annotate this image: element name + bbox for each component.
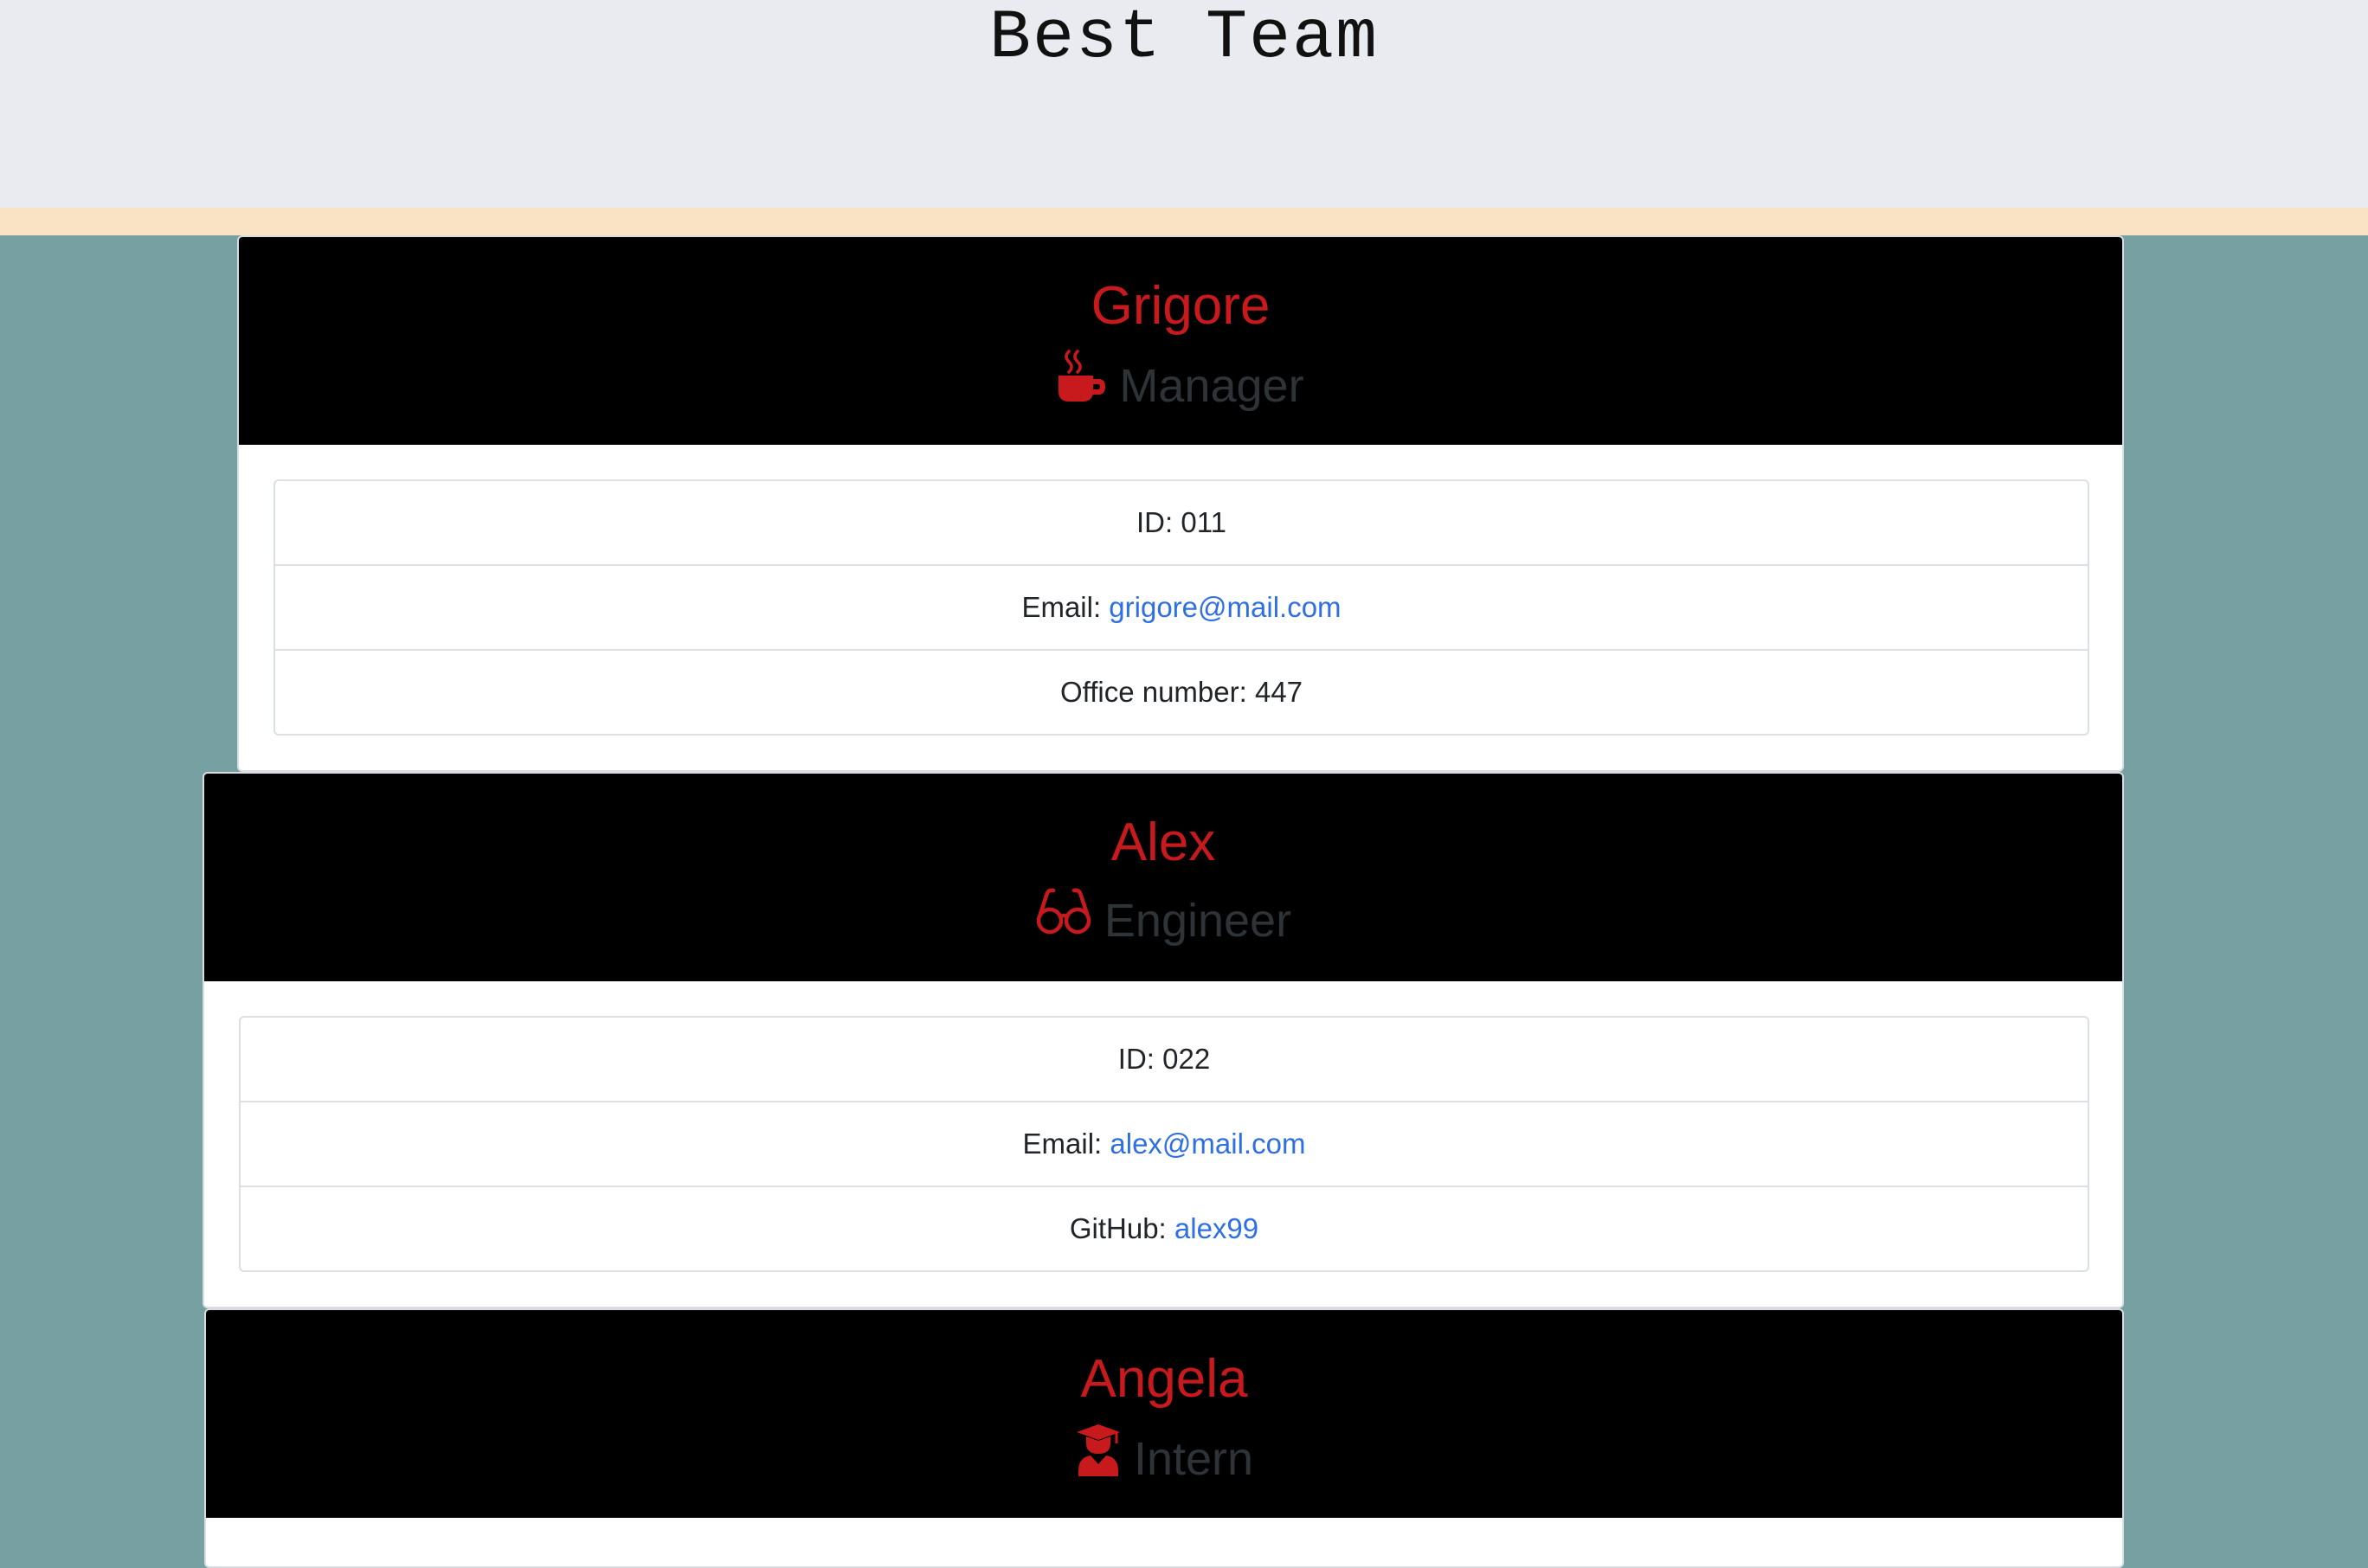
employee-card-engineer: Alex Engineer ID: 022 Email: alex@mail.c… [203, 772, 2124, 1308]
email-link[interactable]: alex@mail.com [1110, 1128, 1305, 1160]
page-header: Best Team [0, 0, 2368, 208]
employee-card-manager: Grigore Manager ID: 011 Email: grigore@m… [237, 235, 2124, 772]
employee-card-intern: Angela Intern [204, 1308, 2124, 1568]
employee-name: Grigore [1091, 276, 1271, 336]
employee-role: Intern [206, 1423, 2122, 1492]
employee-role: Manager [239, 350, 2122, 419]
card-header: Alex Engineer [204, 774, 2122, 981]
employee-email-row: Email: alex@mail.com [241, 1101, 2088, 1186]
employee-details-list: ID: 022 Email: alex@mail.com GitHub: ale… [239, 1016, 2089, 1272]
email-link[interactable]: grigore@mail.com [1109, 591, 1341, 623]
header-divider-strip [0, 208, 2368, 235]
employee-github-row: GitHub: alex99 [241, 1186, 2088, 1270]
card-header: Angela Intern [206, 1310, 2122, 1518]
employee-id-row: ID: 022 [1117, 1043, 1211, 1075]
coffee-mug-icon [1057, 350, 1107, 415]
card-header: Grigore Manager [239, 237, 2122, 445]
employee-email-row: Email: grigore@mail.com [275, 564, 2088, 649]
github-link[interactable]: alex99 [1174, 1212, 1258, 1244]
employee-name: Angela [1080, 1349, 1248, 1409]
glasses-icon [1035, 888, 1092, 947]
employee-role: Engineer [204, 888, 2122, 950]
employee-id-row: ID: 011 [1136, 506, 1226, 538]
employee-office-row: Office number: 447 [275, 649, 2088, 734]
employee-name: Alex [1110, 813, 1216, 872]
employee-details-list: ID: 011 Email: grigore@mail.com Office n… [273, 479, 2089, 736]
page-title: Best Team [988, 0, 1380, 78]
graduate-user-icon [1075, 1423, 1122, 1488]
